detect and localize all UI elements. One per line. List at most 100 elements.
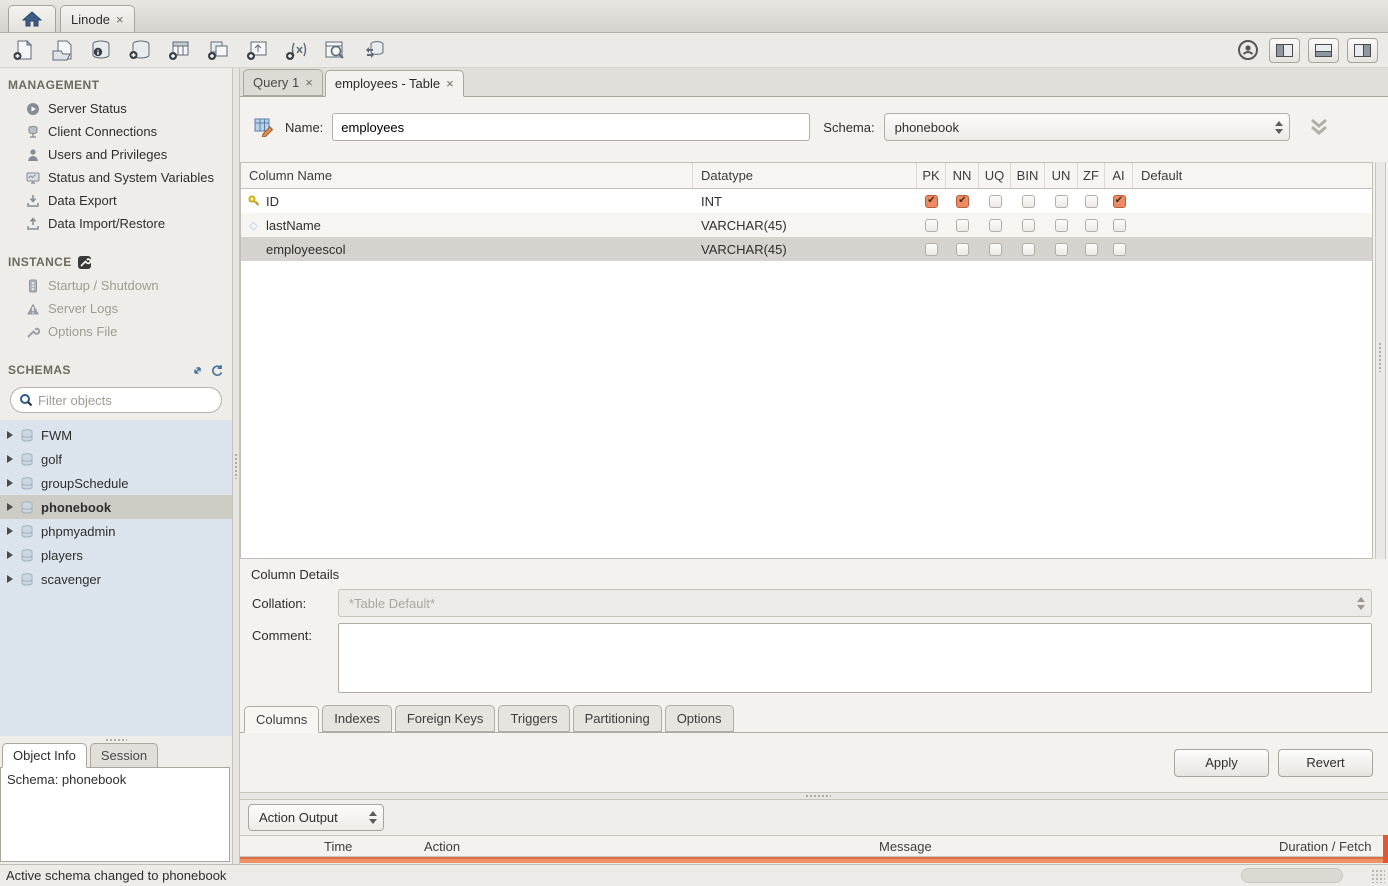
create-view-icon[interactable]: [205, 38, 231, 62]
uq-checkbox[interactable]: [989, 243, 1002, 256]
toggle-left-panel-button[interactable]: [1269, 38, 1300, 63]
column-default[interactable]: [1133, 189, 1372, 213]
un-checkbox[interactable]: [1055, 195, 1068, 208]
schema-filter[interactable]: [10, 387, 222, 413]
schema-item-groupschedule[interactable]: groupSchedule: [0, 471, 232, 495]
nn-checkbox[interactable]: [956, 219, 969, 232]
connection-tab[interactable]: Linode ×: [60, 5, 135, 32]
ai-checkbox[interactable]: [1113, 195, 1126, 208]
tab-foreign-keys[interactable]: Foreign Keys: [395, 705, 496, 732]
nn-checkbox[interactable]: [956, 243, 969, 256]
uq-checkbox[interactable]: [989, 195, 1002, 208]
home-tab[interactable]: [8, 5, 56, 32]
header-bin[interactable]: BIN: [1011, 163, 1045, 188]
schema-item-fwm[interactable]: FWM: [0, 423, 232, 447]
zf-checkbox[interactable]: [1085, 195, 1098, 208]
header-message[interactable]: Message: [875, 839, 1275, 854]
header-nn[interactable]: NN: [946, 163, 979, 188]
bin-checkbox[interactable]: [1022, 243, 1035, 256]
uq-checkbox[interactable]: [989, 219, 1002, 232]
open-sql-script-icon[interactable]: [49, 38, 75, 62]
table-row-lastname[interactable]: ◇ lastName VARCHAR(45): [241, 213, 1372, 237]
sidebar-item-startup-shutdown[interactable]: Startup / Shutdown: [0, 274, 232, 297]
tab-options[interactable]: Options: [665, 705, 734, 732]
sidebar-item-status-system-variables[interactable]: Status and System Variables: [0, 166, 232, 189]
refresh-icon[interactable]: [210, 364, 224, 377]
ai-checkbox[interactable]: [1113, 219, 1126, 232]
header-uq[interactable]: UQ: [979, 163, 1011, 188]
zf-checkbox[interactable]: [1085, 243, 1098, 256]
apply-button[interactable]: Apply: [1174, 749, 1269, 777]
tab-triggers[interactable]: Triggers: [498, 705, 569, 732]
pk-checkbox[interactable]: [925, 195, 938, 208]
tab-partitioning[interactable]: Partitioning: [573, 705, 662, 732]
expand-header-chevrons-icon[interactable]: [1307, 117, 1331, 137]
close-icon[interactable]: ×: [116, 12, 124, 27]
pk-checkbox[interactable]: [925, 219, 938, 232]
revert-button[interactable]: Revert: [1278, 749, 1373, 777]
expander-icon[interactable]: [7, 575, 13, 583]
comment-textarea[interactable]: [338, 623, 1372, 693]
create-table-icon[interactable]: [166, 38, 192, 62]
header-ai[interactable]: AI: [1105, 163, 1133, 188]
column-default[interactable]: [1133, 213, 1372, 237]
toggle-bottom-panel-button[interactable]: [1308, 38, 1339, 63]
ai-checkbox[interactable]: [1113, 243, 1126, 256]
header-pk[interactable]: PK: [917, 163, 946, 188]
tab-session[interactable]: Session: [90, 743, 158, 768]
column-default[interactable]: [1133, 237, 1372, 261]
header-duration-fetch[interactable]: Duration / Fetch: [1275, 839, 1388, 854]
tab-indexes[interactable]: Indexes: [322, 705, 392, 732]
filter-objects-input[interactable]: [38, 393, 214, 408]
schema-item-players[interactable]: players: [0, 543, 232, 567]
close-icon[interactable]: ×: [446, 76, 454, 91]
header-time[interactable]: Time: [320, 839, 420, 854]
schema-item-golf[interactable]: golf: [0, 447, 232, 471]
grid-right-splitter[interactable]: [1375, 162, 1386, 559]
close-icon[interactable]: ×: [305, 75, 313, 90]
zf-checkbox[interactable]: [1085, 219, 1098, 232]
new-sql-tab-icon[interactable]: [10, 38, 36, 62]
reconnect-dbms-icon[interactable]: [361, 38, 387, 62]
header-column-name[interactable]: Column Name: [241, 163, 693, 188]
expand-panel-icon[interactable]: [191, 364, 204, 377]
schema-item-phonebook[interactable]: phonebook: [0, 495, 232, 519]
toggle-right-panel-button[interactable]: [1347, 38, 1378, 63]
sidebar-item-server-status[interactable]: Server Status: [0, 97, 232, 120]
expander-icon[interactable]: [7, 479, 13, 487]
search-table-data-icon[interactable]: [322, 38, 348, 62]
tab-query-1[interactable]: Query 1 ×: [243, 69, 323, 96]
header-default[interactable]: Default: [1133, 163, 1372, 188]
user-account-icon[interactable]: [1235, 38, 1261, 62]
expander-icon[interactable]: [7, 431, 13, 439]
un-checkbox[interactable]: [1055, 219, 1068, 232]
expander-icon[interactable]: [7, 527, 13, 535]
schema-item-scavenger[interactable]: scavenger: [0, 567, 232, 591]
collation-select[interactable]: *Table Default*: [338, 589, 1372, 617]
expander-icon[interactable]: [7, 551, 13, 559]
bin-checkbox[interactable]: [1022, 195, 1035, 208]
schema-inspector-icon[interactable]: [88, 38, 114, 62]
header-datatype[interactable]: Datatype: [693, 163, 917, 188]
pk-checkbox[interactable]: [925, 243, 938, 256]
bin-checkbox[interactable]: [1022, 219, 1035, 232]
sidebar-item-client-connections[interactable]: Client Connections: [0, 120, 232, 143]
output-selector[interactable]: Action Output: [248, 804, 384, 831]
table-name-input[interactable]: [332, 113, 810, 141]
header-zf[interactable]: ZF: [1078, 163, 1105, 188]
window-resize-grip[interactable]: [1371, 869, 1385, 883]
create-procedure-icon[interactable]: [244, 38, 270, 62]
schema-item-phpmyadmin[interactable]: phpmyadmin: [0, 519, 232, 543]
table-row-id[interactable]: ID INT: [241, 189, 1372, 213]
sidebar-item-options-file[interactable]: Options File: [0, 320, 232, 343]
tab-object-info[interactable]: Object Info: [2, 743, 87, 768]
tab-employees-table[interactable]: employees - Table ×: [325, 70, 464, 97]
sidebar-splitter[interactable]: [232, 68, 240, 864]
expander-icon[interactable]: [7, 503, 13, 511]
sidebar-item-users-privileges[interactable]: Users and Privileges: [0, 143, 232, 166]
schema-select[interactable]: phonebook: [884, 113, 1290, 141]
tab-columns[interactable]: Columns: [244, 706, 319, 733]
table-row-employeescol[interactable]: employeescol VARCHAR(45): [241, 237, 1372, 261]
sidebar-item-server-logs[interactable]: Server Logs: [0, 297, 232, 320]
output-scrollbar[interactable]: [1383, 835, 1388, 863]
